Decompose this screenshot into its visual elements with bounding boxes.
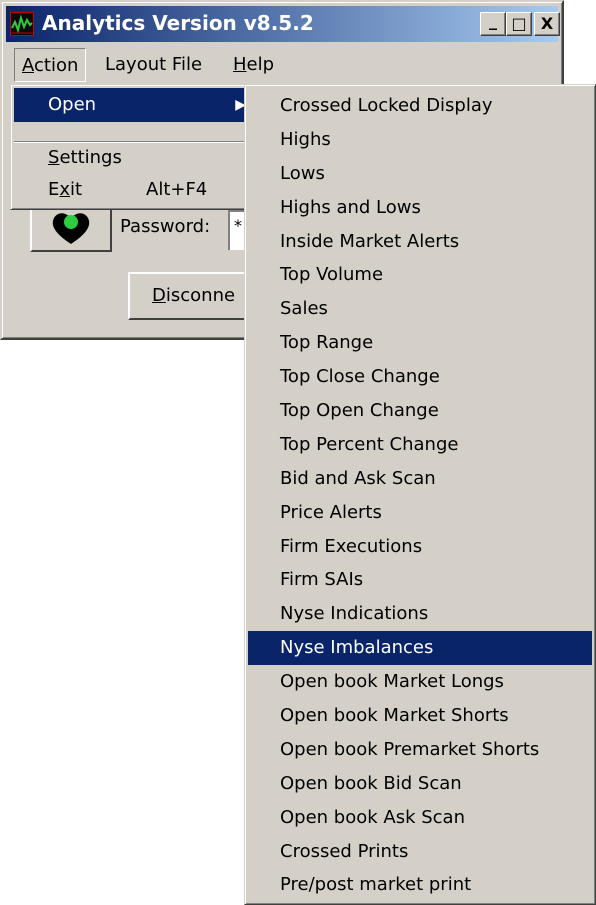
heart-status-icon [52, 213, 90, 244]
menu-action[interactable]: Action [14, 48, 87, 82]
menu-item-settings[interactable]: Settings [14, 141, 252, 175]
menu-layout-file[interactable]: Layout File [98, 48, 209, 82]
maximize-button[interactable]: □ [506, 12, 532, 36]
minimize-icon: _ [489, 11, 497, 30]
submenu-item[interactable]: Crossed Locked Display [248, 89, 592, 123]
close-icon: X [540, 14, 554, 33]
submenu-item[interactable]: Firm Executions [248, 530, 592, 564]
menu-action-label: ction [34, 55, 79, 76]
menu-help[interactable]: Help [226, 48, 281, 82]
app-chart-icon[interactable] [10, 12, 34, 36]
menu-help-mnemonic: H [233, 54, 247, 75]
disconnect-label: isconne [165, 285, 236, 306]
menu-item-open-label: Open [48, 94, 97, 115]
submenu-item[interactable]: Top Range [248, 326, 592, 360]
submenu-item[interactable]: Highs [248, 123, 592, 157]
action-dropdown-menu: Open ▶ Settings Exit Alt+F4 [10, 84, 256, 210]
connect-status-button[interactable] [30, 204, 112, 252]
window-title: Analytics Version v8.5.2 [42, 11, 314, 35]
maximize-icon: □ [511, 14, 527, 33]
minimize-button[interactable]: _ [480, 12, 506, 36]
menu-layout-file-label: Layout File [105, 54, 203, 75]
submenu-item[interactable]: Firm SAIs [248, 563, 592, 597]
submenu-item[interactable]: Pre/post market print [248, 868, 592, 902]
password-label: Password: [120, 216, 211, 237]
title-bar[interactable]: Analytics Version v8.5.2 _ □ X [6, 6, 560, 42]
close-button[interactable]: X [534, 12, 560, 36]
submenu-item[interactable]: Open book Bid Scan [248, 767, 592, 801]
menu-action-mnemonic: A [22, 55, 34, 76]
submenu-item[interactable]: Top Volume [248, 258, 592, 292]
exit-shortcut: Alt+F4 [146, 179, 208, 200]
submenu-item[interactable]: Nyse Imbalances [248, 631, 592, 666]
submenu-item[interactable]: Bid and Ask Scan [248, 462, 592, 496]
menu-bar: Action Layout File Help [6, 48, 558, 84]
submenu-item[interactable]: Open book Market Shorts [248, 699, 592, 733]
submenu-item[interactable]: Top Close Change [248, 360, 592, 394]
submenu-item[interactable]: Price Alerts [248, 496, 592, 530]
open-submenu-list: Crossed Locked Display Highs Lows Highs and… [248, 89, 592, 902]
exit-prefix: E [48, 179, 60, 200]
submenu-item[interactable]: Inside Market Alerts [248, 225, 592, 259]
disconnect-mnemonic: D [152, 285, 166, 306]
open-submenu: Crossed Locked Display Highs Lows Highs and… [244, 84, 596, 905]
submenu-item[interactable]: Top Open Change [248, 394, 592, 428]
submenu-item[interactable]: Highs and Lows [248, 191, 592, 225]
menu-item-exit-label: it [70, 179, 83, 200]
submenu-item[interactable]: Open book Market Longs [248, 665, 592, 699]
submenu-item[interactable]: Open book Ask Scan [248, 801, 592, 835]
submenu-item[interactable]: Top Percent Change [248, 428, 592, 462]
submenu-item[interactable]: Nyse Indications [248, 597, 592, 631]
submenu-item[interactable]: Crossed Prints [248, 835, 592, 869]
menu-item-settings-label: ettings [59, 147, 122, 168]
menu-item-open[interactable]: Open ▶ [14, 88, 252, 122]
settings-mnemonic: S [48, 147, 60, 168]
menu-item-exit[interactable]: Exit Alt+F4 [14, 173, 252, 207]
submenu-item[interactable]: Sales [248, 292, 592, 326]
submenu-item[interactable]: Lows [248, 157, 592, 191]
menu-help-label: elp [246, 54, 275, 75]
submenu-item[interactable]: Open book Premarket Shorts [248, 733, 592, 767]
exit-mnemonic: x [59, 179, 71, 200]
